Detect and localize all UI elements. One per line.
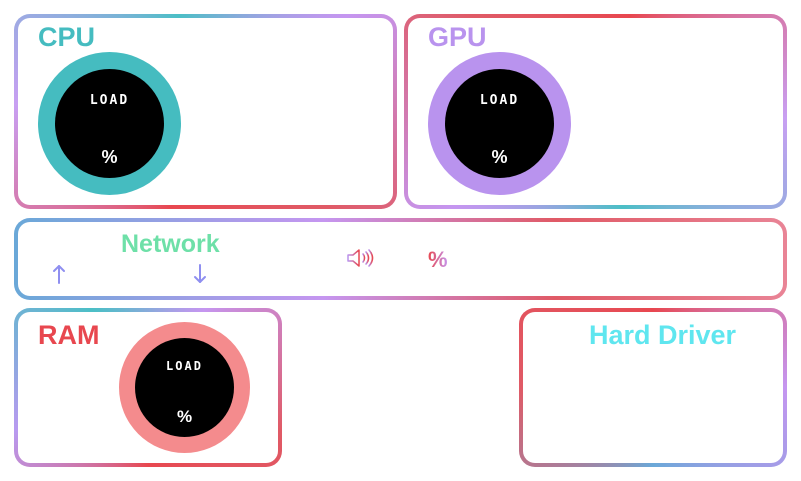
speaker-icon: [347, 249, 374, 267]
gpu-title: GPU: [428, 22, 487, 52]
arrow-up-icon: [53, 265, 65, 284]
gpu-gauge-value: %: [491, 147, 508, 167]
ram-load-gauge: LOAD %: [119, 322, 250, 453]
cpu-gauge-core: LOAD %: [55, 69, 164, 178]
cpu-load-gauge: LOAD %: [38, 52, 181, 195]
hard-drive-title: Hard Driver: [589, 320, 737, 350]
gpu-load-gauge: LOAD %: [428, 52, 571, 195]
gpu-gauge-core: LOAD %: [445, 69, 554, 178]
cpu-gauge-label: LOAD: [89, 93, 130, 108]
ram-gauge-value: %: [176, 407, 193, 426]
ram-gauge-core: LOAD %: [135, 338, 234, 437]
ram-title: RAM: [38, 320, 100, 350]
gpu-gauge-label: LOAD: [479, 93, 520, 108]
ram-gauge-label: LOAD: [166, 359, 203, 373]
network-value: %: [428, 247, 448, 272]
cpu-gauge-value: %: [101, 147, 118, 167]
cpu-title: CPU: [38, 22, 96, 52]
network-title: Network: [121, 230, 220, 258]
arrow-down-icon: [194, 264, 206, 283]
